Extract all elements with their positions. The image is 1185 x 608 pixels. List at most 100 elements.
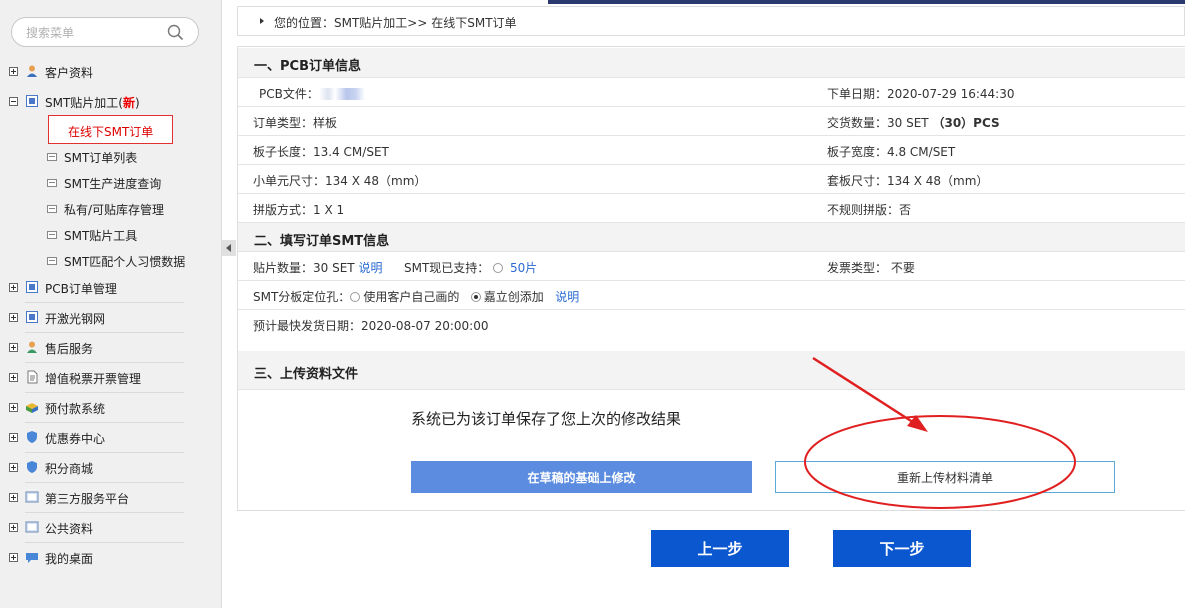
ship-date-field: 预计最快发货日期：2020-08-07 20:00:00 — [253, 319, 489, 333]
document-icon — [47, 153, 57, 161]
expand-icon[interactable] — [9, 343, 18, 352]
irregular-panel-field: 不规则拼版：否 — [827, 203, 912, 217]
hole-self-radio[interactable] — [350, 292, 361, 302]
expand-icon[interactable] — [9, 403, 18, 412]
menu-item-coupon[interactable]: 优惠券中心 — [0, 423, 222, 453]
menu-item-public[interactable]: 公共资料 — [0, 513, 222, 543]
redacted-filename — [318, 88, 365, 100]
menu-label: 优惠券中心 — [45, 432, 106, 446]
sub-item-smt-tools[interactable]: SMT贴片工具 — [0, 221, 222, 247]
invoice-icon — [27, 370, 38, 384]
collapse-icon[interactable] — [9, 97, 18, 106]
menu-label: 开激光钢网 — [45, 312, 106, 326]
sidebar: 客户资料 SMT贴片加工(新) 在线下SMT订单 SMT订单列表 SMT生产进度… — [0, 0, 222, 608]
menu-item-pcb-orders[interactable]: PCB订单管理 — [0, 273, 222, 303]
menu-label: 积分商城 — [45, 462, 94, 476]
breadcrumb-path: SMT贴片加工>> 在线下SMT订单 — [334, 16, 517, 30]
order-panel: 一、PCB订单信息 PCB文件： 下单日期：2020-07-29 16:44:3… — [237, 46, 1185, 511]
table-row: 订单类型：样板 交货数量：30 SET （30）PCS — [238, 106, 1185, 135]
thirdparty-icon — [25, 491, 39, 503]
menu-item-customer[interactable]: 客户资料 — [0, 57, 222, 87]
service-icon — [27, 341, 37, 353]
table-row: 小单元尺寸：134 X 48（mm） 套板尺寸：134 X 48（mm） — [238, 164, 1185, 193]
sub-item-label: SMT生产进度查询 — [64, 177, 162, 191]
hole-explain-link[interactable]: 说明 — [555, 290, 579, 304]
expand-icon[interactable] — [9, 313, 18, 322]
saved-message: 系统已为该订单保存了您上次的修改结果 — [411, 410, 682, 428]
expand-icon[interactable] — [9, 523, 18, 532]
customer-icon — [27, 65, 37, 77]
expand-icon[interactable] — [9, 463, 18, 472]
table-row: PCB文件： 下单日期：2020-07-29 16:44:30 — [238, 77, 1185, 106]
menu-label: SMT贴片加工(新) — [45, 96, 140, 110]
menu-label: 第三方服务平台 — [45, 492, 130, 506]
expand-icon[interactable] — [9, 283, 18, 292]
board-width-field: 板子宽度：4.8 CM/SET — [827, 145, 956, 159]
expand-icon[interactable] — [9, 493, 18, 502]
search-icon[interactable] — [167, 24, 184, 41]
sub-item-smt-progress[interactable]: SMT生产进度查询 — [0, 169, 222, 195]
support-50-link[interactable]: 50片 — [510, 261, 537, 275]
support-50-radio[interactable] — [493, 263, 504, 273]
sub-item-label: SMT贴片工具 — [64, 229, 138, 243]
breadcrumb-label: 您的位置： — [274, 16, 335, 30]
document-icon — [47, 231, 57, 239]
next-step-button[interactable]: 下一步 — [833, 530, 971, 567]
explain-link[interactable]: 说明 — [358, 261, 382, 275]
unit-size-field: 小单元尺寸：134 X 48（mm） — [253, 174, 427, 188]
smt-qty-field: 贴片数量：30 SET 说明 — [253, 261, 383, 275]
reupload-bom-button[interactable]: 重新上传材料清单 — [775, 461, 1115, 493]
expand-icon[interactable] — [9, 373, 18, 382]
top-bar — [548, 0, 1185, 4]
pcb-file-field: PCB文件： — [259, 85, 365, 102]
section-upload-header: 三、上传资料文件 — [238, 351, 1185, 389]
menu-label: 公共资料 — [45, 522, 94, 536]
menu-item-invoice[interactable]: 增值税票开票管理 — [0, 363, 222, 393]
prev-step-button[interactable]: 上一步 — [651, 530, 789, 567]
sub-item-smt-habits[interactable]: SMT匹配个人习惯数据 — [0, 247, 222, 273]
sidebar-collapse-toggle[interactable] — [222, 240, 236, 256]
order-type-field: 订单类型：样板 — [253, 116, 338, 130]
search-box[interactable] — [11, 17, 199, 47]
expand-icon[interactable] — [9, 433, 18, 442]
table-row: 贴片数量：30 SET 说明 SMT现已支持： 50片 发票类型： 不要 — [238, 251, 1185, 280]
table-row: SMT分板定位孔： 使用客户自己画的 嘉立创添加 说明 — [238, 280, 1185, 309]
menu-label: 我的桌面 — [45, 552, 94, 566]
desktop-icon — [26, 553, 38, 563]
expand-icon[interactable] — [9, 67, 18, 76]
new-badge: 新 — [122, 96, 135, 110]
hole-jlc-radio[interactable] — [470, 292, 481, 302]
menu-item-third-party[interactable]: 第三方服务平台 — [0, 483, 222, 513]
positioning-hole-field: SMT分板定位孔： 使用客户自己画的 嘉立创添加 说明 — [253, 290, 580, 304]
sub-item-online-smt-order[interactable]: 在线下SMT订单 — [0, 117, 222, 143]
divider — [238, 389, 1185, 390]
menu-item-prepay[interactable]: 预付款系统 — [0, 393, 222, 423]
menu-item-my-desktop[interactable]: 我的桌面 — [0, 543, 222, 573]
public-icon — [25, 521, 39, 533]
delivery-qty-field: 交货数量：30 SET （30）PCS — [827, 116, 1000, 130]
menu-item-points[interactable]: 积分商城 — [0, 453, 222, 483]
section-pcb-info-header: 一、PCB订单信息 — [238, 48, 1185, 77]
menu-label: 预付款系统 — [45, 402, 106, 416]
menu-label: 售后服务 — [45, 342, 94, 356]
prepay-icon — [26, 403, 38, 413]
document-icon — [47, 179, 57, 187]
sub-item-smt-order-list[interactable]: SMT订单列表 — [0, 143, 222, 169]
sub-item-label: 在线下SMT订单 — [68, 125, 154, 139]
document-icon — [47, 205, 57, 213]
menu-item-stencil[interactable]: 开激光钢网 — [0, 303, 222, 333]
menu-item-smt[interactable]: SMT贴片加工(新) — [0, 87, 222, 117]
panel-mode-field: 拼版方式：1 X 1 — [253, 203, 345, 217]
search-input[interactable] — [26, 24, 166, 41]
menu-label: 客户资料 — [45, 66, 94, 80]
table-row: 预计最快发货日期：2020-08-07 20:00:00 — [238, 309, 1185, 338]
breadcrumb-arrow-icon — [260, 18, 264, 24]
board-length-field: 板子长度：13.4 CM/SET — [253, 145, 389, 159]
menu-item-after-sales[interactable]: 售后服务 — [0, 333, 222, 363]
sub-item-inventory[interactable]: 私有/可贴库存管理 — [0, 195, 222, 221]
menu-label: PCB订单管理 — [45, 282, 117, 296]
expand-icon[interactable] — [9, 553, 18, 562]
panel-size-field: 套板尺寸：134 X 48（mm） — [827, 174, 989, 188]
modify-draft-button[interactable]: 在草稿的基础上修改 — [411, 461, 752, 493]
sub-item-label: SMT匹配个人习惯数据 — [64, 255, 186, 269]
